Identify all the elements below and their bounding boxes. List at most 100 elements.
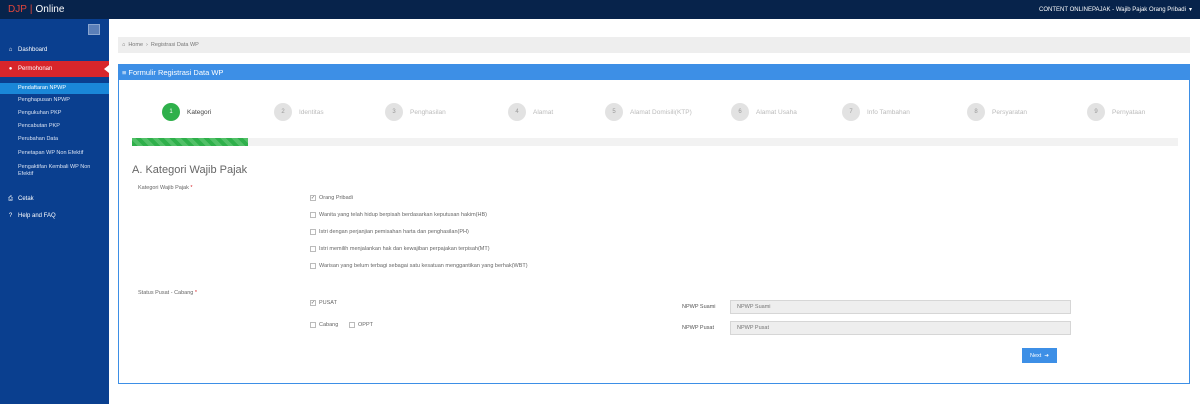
sidebar-item-label: Dashboard xyxy=(18,47,48,53)
step-label: Alamat Domisili(KTP) xyxy=(630,108,692,116)
option-wbt[interactable]: Warisan yang belum terbagi sebagai satu … xyxy=(310,263,528,269)
step-label: Persyaratan xyxy=(992,108,1028,116)
question-icon: ? xyxy=(8,213,13,219)
sidebar-toggle-button[interactable] xyxy=(88,24,100,35)
sidebar-item-label: Cetak xyxy=(18,196,34,202)
option-mt[interactable]: Istri memilih menjalankan hak dan kewaji… xyxy=(310,246,490,252)
option-label: Istri dengan perjanjian pemisahan harta … xyxy=(319,229,469,235)
registration-panel: ≡ Formulir Registrasi Data WP 1 Kategori… xyxy=(118,64,1190,384)
wizard-step-kategori[interactable]: 1 Kategori xyxy=(162,103,211,121)
wizard-step-alamat-domisili[interactable]: 5 Alamat Domisili(KTP) xyxy=(605,103,692,121)
section-title: A. Kategori Wajib Pajak xyxy=(132,164,248,176)
checkbox[interactable] xyxy=(310,212,316,218)
top-bar: DJP | Online CONTENT ONLINEPAJAK - Wajib P… xyxy=(0,0,1200,19)
checkbox[interactable] xyxy=(310,229,316,235)
wizard-step-identitas[interactable]: 2 Identitas xyxy=(274,103,324,121)
option-label: Warisan yang belum terbagi sebagai satu … xyxy=(319,263,528,269)
npwp-pusat-input[interactable] xyxy=(730,321,1071,335)
required-mark: * xyxy=(190,185,193,191)
step-number: 8 xyxy=(967,103,985,121)
sidebar-item-label: Help and FAQ xyxy=(18,213,56,219)
menu-icon: ≡ xyxy=(122,68,127,77)
option-oppt[interactable]: OPPT xyxy=(349,322,373,328)
option-label: Orang Pribadi xyxy=(319,195,353,201)
next-button[interactable]: Next ➔ xyxy=(1022,348,1057,363)
option-cabang[interactable]: Cabang xyxy=(310,322,338,328)
progress-fill xyxy=(132,138,249,146)
wizard-step-penghasilan[interactable]: 3 Penghasilan xyxy=(385,103,446,121)
next-label: Next xyxy=(1030,352,1042,359)
step-number: 1 xyxy=(162,103,180,121)
user-label: CONTENT ONLINEPAJAK - Wajib Pajak Orang … xyxy=(1039,6,1186,13)
arrow-right-icon: ➔ xyxy=(1044,352,1049,359)
step-number: 9 xyxy=(1087,103,1105,121)
panel-header: ≡ Formulir Registrasi Data WP xyxy=(119,65,1189,80)
option-ph[interactable]: Istri dengan perjanjian pemisahan harta … xyxy=(310,229,469,235)
step-number: 6 xyxy=(731,103,749,121)
breadcrumb-separator: › xyxy=(146,42,148,48)
sidebar-subitem-penetapan-wp-non-efektif[interactable]: Penetapan WP Non Efektif xyxy=(0,150,109,160)
step-label: Penghasilan xyxy=(410,108,446,116)
wizard-step-alamat[interactable]: 4 Alamat xyxy=(508,103,553,121)
sidebar-subitem-penghapusan-npwp[interactable]: Penghapusan NPWP xyxy=(0,97,109,107)
sidebar-subitem-pencabutan-pkp[interactable]: Pencabutan PKP xyxy=(0,123,109,133)
option-label: OPPT xyxy=(358,322,373,328)
step-label: Identitas xyxy=(299,108,324,116)
option-label: PUSAT xyxy=(319,300,337,306)
npwp-suami-input[interactable] xyxy=(730,300,1071,314)
sidebar-item-label: Permohonan xyxy=(18,66,53,72)
checkbox[interactable] xyxy=(349,322,355,328)
option-orang-pribadi[interactable]: ✓ Orang Pribadi xyxy=(310,195,353,201)
breadcrumb: ⌂ Home › Registrasi Data WP xyxy=(118,37,1190,53)
checkbox[interactable]: ✓ xyxy=(310,300,316,306)
step-label: Info Tambahan xyxy=(867,108,910,116)
step-label: Pernyataan xyxy=(1112,108,1146,116)
sidebar: ⌂ Dashboard ● Permohonan Pendaftaran NPW… xyxy=(0,19,109,404)
home-icon: ⌂ xyxy=(8,47,13,53)
sidebar-item-cetak[interactable]: ⎙ Cetak xyxy=(0,193,109,205)
kategori-label-text: Kategori Wajib Pajak xyxy=(138,185,189,191)
checkbox[interactable] xyxy=(310,246,316,252)
step-label: Kategori xyxy=(187,108,212,116)
brand-djp: DJP xyxy=(8,4,27,15)
wizard-step-pernyataan[interactable]: 9 Pernyataan xyxy=(1087,103,1145,121)
step-label: Alamat xyxy=(533,108,554,116)
option-hb[interactable]: Wanita yang telah hidup berpisah berdasa… xyxy=(310,212,487,218)
panel-title: Formulir Registrasi Data WP xyxy=(128,68,224,77)
sidebar-subitem-perubahan-data[interactable]: Perubahan Data xyxy=(0,136,109,146)
sidebar-subitem-pendaftaran-npwp[interactable]: Pendaftaran NPWP xyxy=(0,83,109,94)
status-label: Status Pusat - Cabang * xyxy=(138,290,197,296)
wizard-step-persyaratan[interactable]: 8 Persyaratan xyxy=(967,103,1027,121)
sidebar-item-permohonan[interactable]: ● Permohonan xyxy=(0,61,109,77)
sidebar-subitem-pengukuhan-pkp[interactable]: Pengukuhan PKP xyxy=(0,110,109,120)
sidebar-item-help[interactable]: ? Help and FAQ xyxy=(0,210,109,222)
breadcrumb-home[interactable]: Home xyxy=(128,42,143,48)
breadcrumb-current: Registrasi Data WP xyxy=(150,42,199,48)
wizard-step-info-tambahan[interactable]: 7 Info Tambahan xyxy=(842,103,910,121)
user-menu[interactable]: CONTENT ONLINEPAJAK - Wajib Pajak Orang … xyxy=(1039,6,1192,14)
wizard-step-alamat-usaha[interactable]: 6 Alamat Usaha xyxy=(731,103,797,121)
printer-icon: ⎙ xyxy=(8,195,13,202)
home-icon: ⌂ xyxy=(122,42,126,48)
step-number: 2 xyxy=(274,103,292,121)
chevron-down-icon: ▾ xyxy=(1188,7,1192,13)
checkbox[interactable] xyxy=(310,322,316,328)
checkbox[interactable] xyxy=(310,263,316,269)
kategori-label: Kategori Wajib Pajak * xyxy=(138,185,193,191)
checkbox[interactable]: ✓ xyxy=(310,195,316,201)
status-label-text: Status Pusat - Cabang xyxy=(138,290,194,296)
option-label: Wanita yang telah hidup berpisah berdasa… xyxy=(319,212,487,218)
step-number: 4 xyxy=(508,103,526,121)
sidebar-item-dashboard[interactable]: ⌂ Dashboard xyxy=(0,44,109,56)
step-number: 7 xyxy=(842,103,860,121)
npwp-suami-label: NPWP Suami xyxy=(682,304,716,310)
wizard-progress-bar xyxy=(132,138,1178,146)
option-pusat[interactable]: ✓ PUSAT xyxy=(310,300,337,306)
sidebar-subitem-pengaktifan-kembali[interactable]: Pengaktifan Kembali WP Non Efektif xyxy=(0,164,109,182)
brand-online: Online xyxy=(35,4,65,15)
step-number: 5 xyxy=(605,103,623,121)
step-label: Alamat Usaha xyxy=(756,108,797,116)
user-icon: ● xyxy=(8,66,13,72)
brand-separator: | xyxy=(29,4,33,15)
brand-logo[interactable]: DJP | Online xyxy=(8,4,64,15)
